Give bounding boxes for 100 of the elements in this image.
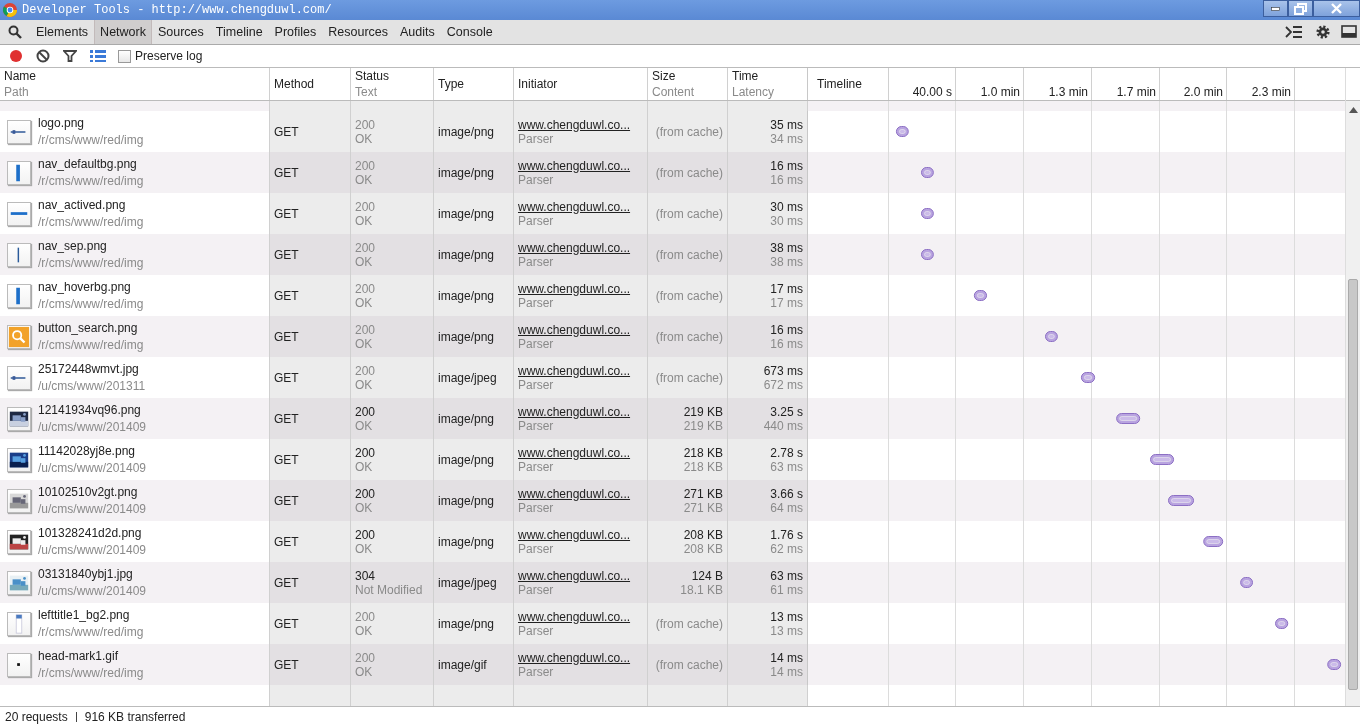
panel-tab[interactable]: Profiles bbox=[268, 20, 323, 44]
panel-tab[interactable]: Timeline bbox=[209, 20, 269, 44]
type-text: image/png bbox=[438, 452, 496, 467]
scrollbar-thumb[interactable] bbox=[1348, 279, 1358, 690]
initiator-link[interactable]: www.chengduwl.co... bbox=[518, 158, 643, 173]
column-header[interactable]: Size bbox=[652, 68, 723, 84]
content-size: 218 KB bbox=[683, 459, 723, 474]
file-name: nav_hoverbg.png bbox=[38, 278, 132, 296]
initiator-link[interactable]: www.chengduwl.co... bbox=[518, 650, 643, 665]
dock-icon[interactable] bbox=[1341, 25, 1357, 39]
type-text: image/gif bbox=[438, 657, 488, 672]
file-path: /r/cms/www/red/img bbox=[38, 623, 144, 641]
status-code: 200 bbox=[355, 158, 377, 173]
search-icon[interactable] bbox=[8, 25, 22, 39]
latency-text: 672 ms bbox=[763, 377, 803, 392]
filter-icon[interactable] bbox=[63, 49, 77, 63]
column-header[interactable]: Initiator bbox=[518, 76, 643, 92]
vertical-bar-icon bbox=[7, 160, 31, 185]
method-text: GET bbox=[274, 206, 300, 221]
minimize-button[interactable] bbox=[1263, 0, 1288, 17]
method-text: GET bbox=[274, 575, 300, 590]
status-code: 200 bbox=[355, 445, 377, 460]
initiator-type: Parser bbox=[518, 541, 554, 556]
status-text: OK bbox=[355, 623, 374, 638]
column-header[interactable]: Name bbox=[4, 68, 265, 84]
initiator-link[interactable]: www.chengduwl.co... bbox=[518, 486, 643, 501]
initiator-link[interactable]: www.chengduwl.co... bbox=[518, 322, 643, 337]
initiator-type: Parser bbox=[518, 664, 554, 679]
initiator-type: Parser bbox=[518, 254, 554, 269]
column-header[interactable]: Time bbox=[732, 68, 803, 84]
status-code: 200 bbox=[355, 609, 377, 624]
initiator-link[interactable]: www.chengduwl.co... bbox=[518, 527, 643, 542]
close-icon bbox=[1331, 3, 1342, 14]
content-size: 219 KB bbox=[683, 418, 723, 433]
status-text: OK bbox=[355, 254, 374, 269]
window-title: Developer Tools - http://www.chengduwl.com/ bbox=[22, 3, 332, 17]
method-text: GET bbox=[274, 247, 300, 262]
file-name: 03131840ybj1.jpg bbox=[38, 565, 134, 583]
method-text: GET bbox=[274, 124, 300, 139]
file-path: /u/cms/www/201409 bbox=[38, 500, 147, 518]
method-text: GET bbox=[274, 616, 300, 631]
column-header[interactable]: Method bbox=[274, 76, 346, 92]
latency-text: 30 ms bbox=[770, 213, 803, 228]
size-text: 208 KB bbox=[683, 527, 723, 542]
checkbox[interactable] bbox=[118, 49, 131, 63]
scroll-up-icon[interactable] bbox=[1349, 107, 1358, 113]
initiator-link[interactable]: www.chengduwl.co... bbox=[518, 445, 643, 460]
status-code: 200 bbox=[355, 240, 377, 255]
file-name: lefttitle1_bg2.png bbox=[38, 606, 131, 624]
status-text: OK bbox=[355, 541, 374, 556]
size-text: (from cache) bbox=[655, 206, 723, 221]
initiator-type: Parser bbox=[518, 418, 554, 433]
initiator-link[interactable]: www.chengduwl.co... bbox=[518, 404, 643, 419]
initiator-link[interactable]: www.chengduwl.co... bbox=[518, 363, 643, 378]
column-subheader: Text bbox=[355, 84, 378, 100]
latency-text: 34 ms bbox=[770, 131, 803, 146]
panel-tab[interactable]: Sources bbox=[151, 20, 210, 44]
panel-tab[interactable]: Audits bbox=[394, 20, 441, 44]
initiator-link[interactable]: www.chengduwl.co... bbox=[518, 281, 643, 296]
clear-icon[interactable] bbox=[36, 49, 50, 63]
time-scale-label: 2.3 min bbox=[1251, 85, 1291, 99]
initiator-link[interactable]: www.chengduwl.co... bbox=[518, 199, 643, 214]
banner-icon bbox=[7, 365, 31, 390]
checkbox-label: Preserve log bbox=[135, 49, 203, 63]
initiator-type: Parser bbox=[518, 131, 554, 146]
console-drawer-icon[interactable] bbox=[1285, 25, 1303, 39]
restore-button[interactable] bbox=[1288, 0, 1313, 17]
time-scale-label: 1.7 min bbox=[1116, 85, 1156, 99]
latency-text: 14 ms bbox=[770, 664, 803, 679]
column-subheader: Path bbox=[4, 84, 30, 100]
time-text: 30 ms bbox=[770, 199, 803, 214]
time-scale-label: 1.3 min bbox=[1048, 85, 1088, 99]
type-text: image/png bbox=[438, 206, 496, 221]
record-button[interactable] bbox=[9, 49, 23, 63]
initiator-link[interactable]: www.chengduwl.co... bbox=[518, 240, 643, 255]
initiator-link[interactable]: www.chengduwl.co... bbox=[518, 568, 643, 583]
panel-tab[interactable]: Resources bbox=[322, 20, 395, 44]
list-view-icon[interactable] bbox=[90, 50, 106, 62]
close-button[interactable] bbox=[1313, 0, 1360, 17]
size-text: 271 KB bbox=[683, 486, 723, 501]
column-header[interactable]: Type bbox=[438, 76, 509, 92]
status-code: 200 bbox=[355, 486, 377, 501]
settings-icon[interactable] bbox=[1315, 24, 1331, 40]
file-name: 12141934vq96.png bbox=[38, 401, 142, 419]
file-name: logo.png bbox=[38, 114, 86, 132]
method-text: GET bbox=[274, 534, 300, 549]
initiator-link[interactable]: www.chengduwl.co... bbox=[518, 117, 643, 132]
method-text: GET bbox=[274, 288, 300, 303]
column-header[interactable]: Status bbox=[355, 68, 429, 84]
panel-tab[interactable]: Elements bbox=[30, 20, 95, 44]
time-text: 13 ms bbox=[770, 609, 803, 624]
latency-text: 17 ms bbox=[770, 295, 803, 310]
method-text: GET bbox=[274, 657, 300, 672]
size-text: (from cache) bbox=[655, 370, 723, 385]
latency-text: 16 ms bbox=[770, 172, 803, 187]
column-header[interactable]: Timeline bbox=[817, 77, 862, 91]
content-size: 271 KB bbox=[683, 500, 723, 515]
panel-tab[interactable]: Network bbox=[94, 20, 152, 44]
panel-tab[interactable]: Console bbox=[440, 20, 499, 44]
initiator-link[interactable]: www.chengduwl.co... bbox=[518, 609, 643, 624]
